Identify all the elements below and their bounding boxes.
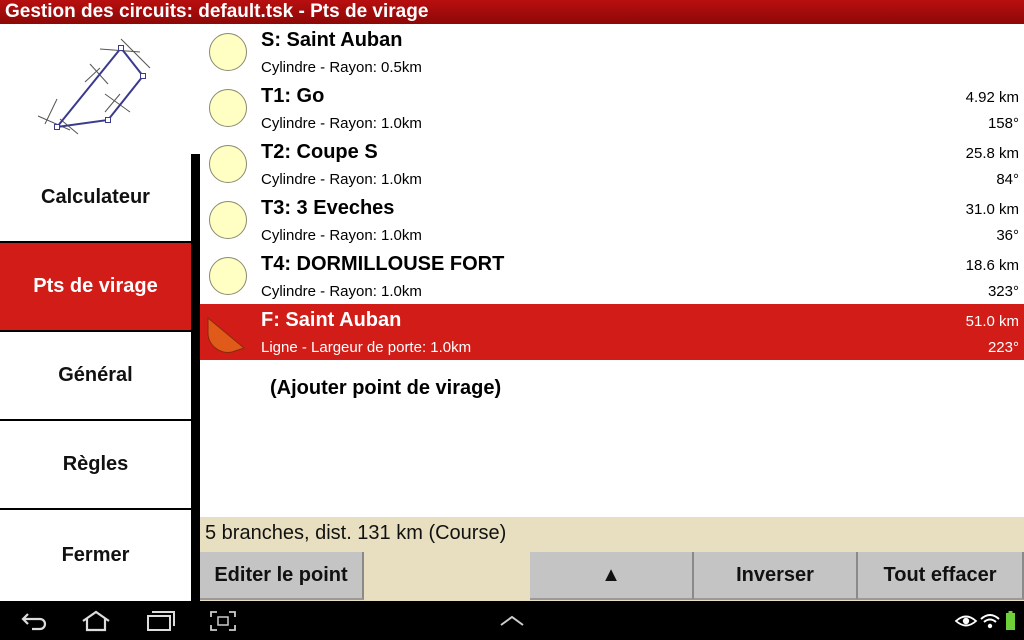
turnpoint-row[interactable]: T2: Coupe S Cylindre - Rayon: 1.0km 25.8… [200, 136, 1024, 192]
back-icon[interactable] [20, 610, 48, 632]
leg-bearing: 36° [996, 227, 1019, 244]
turnpoint-row[interactable]: T1: Go Cylindre - Rayon: 1.0km 4.92 km 1… [200, 80, 1024, 136]
leg-bearing: 158° [987, 115, 1019, 132]
move-up-button[interactable]: ▲ [530, 552, 694, 600]
cylinder-icon [209, 257, 247, 295]
turnpoint-detail: Cylindre - Rayon: 1.0km [261, 227, 422, 244]
turnpoint-detail: Cylindre - Rayon: 1.0km [261, 283, 422, 300]
turnpoint-name: T2: Coupe S [261, 141, 378, 163]
add-turnpoint-link[interactable]: (Ajouter point de virage) [270, 377, 501, 400]
cylinder-icon [209, 89, 247, 127]
reverse-button[interactable]: Inverser [694, 552, 858, 600]
task-summary-bar: 5 branches, dist. 131 km (Course) Editer… [200, 517, 1024, 601]
eye-icon [954, 615, 978, 627]
cylinder-icon [209, 33, 247, 71]
recent-apps-icon[interactable] [144, 610, 176, 632]
turnpoint-detail: Cylindre - Rayon: 1.0km [261, 115, 422, 132]
sidebar: Calculateur Pts de virage Général Règles… [0, 24, 200, 601]
tab-calculateur[interactable]: Calculateur [0, 154, 191, 241]
leg-distance: 18.6 km [965, 257, 1019, 274]
leg-bearing: 323° [987, 283, 1019, 300]
clear-all-button[interactable]: Tout effacer [858, 552, 1024, 600]
turnpoint-panel: S: Saint Auban Cylindre - Rayon: 0.5km T… [200, 24, 1024, 601]
turnpoint-name: F: Saint Auban [261, 309, 402, 331]
turnpoint-name: S: Saint Auban [261, 29, 403, 51]
status-icons [954, 610, 1018, 637]
up-chevron-icon[interactable] [498, 610, 526, 632]
turnpoint-row[interactable]: T4: DORMILLOUSE FORT Cylindre - Rayon: 1… [200, 248, 1024, 304]
tab-regles[interactable]: Règles [0, 421, 191, 508]
wifi-icon [980, 614, 1000, 629]
system-navigation-bar [0, 601, 1024, 640]
tab-fermer[interactable]: Fermer [0, 510, 191, 601]
turnpoint-name: T4: DORMILLOUSE FORT [261, 253, 505, 275]
turnpoint-row-selected[interactable]: F: Saint Auban Ligne - Largeur de porte:… [200, 304, 1024, 360]
leg-distance: 31.0 km [965, 201, 1019, 218]
tab-strip: Calculateur Pts de virage Général Règles… [0, 154, 200, 601]
home-icon[interactable] [80, 610, 112, 632]
cylinder-icon [209, 145, 247, 183]
cylinder-icon [209, 201, 247, 239]
tab-general[interactable]: Général [0, 332, 191, 419]
leg-bearing: 223° [987, 339, 1019, 356]
finish-line-icon [207, 316, 246, 353]
turnpoint-detail: Cylindre - Rayon: 1.0km [261, 171, 422, 188]
leg-distance: 25.8 km [965, 145, 1019, 162]
turnpoint-detail: Cylindre - Rayon: 0.5km [261, 59, 422, 76]
turnpoint-row[interactable]: S: Saint Auban Cylindre - Rayon: 0.5km [200, 24, 1024, 80]
leg-bearing: 84° [996, 171, 1019, 188]
turnpoint-detail: Ligne - Largeur de porte: 1.0km [261, 339, 472, 356]
leg-distance: 51.0 km [965, 313, 1019, 330]
turnpoint-name: T1: Go [261, 85, 325, 107]
leg-distance: 4.92 km [965, 89, 1019, 106]
tab-pts-de-virage[interactable]: Pts de virage [0, 243, 191, 330]
turnpoint-name: T3: 3 Eveches [261, 197, 395, 219]
screenshot-icon[interactable] [208, 610, 238, 632]
edit-point-button[interactable]: Editer le point [200, 552, 364, 600]
turnpoint-row[interactable]: T3: 3 Eveches Cylindre - Rayon: 1.0km 31… [200, 192, 1024, 248]
battery-icon [1006, 611, 1015, 630]
task-summary: 5 branches, dist. 131 km (Course) [205, 522, 507, 544]
window-title: Gestion des circuits: default.tsk - Pts … [0, 0, 1024, 24]
task-map-preview [0, 24, 200, 154]
